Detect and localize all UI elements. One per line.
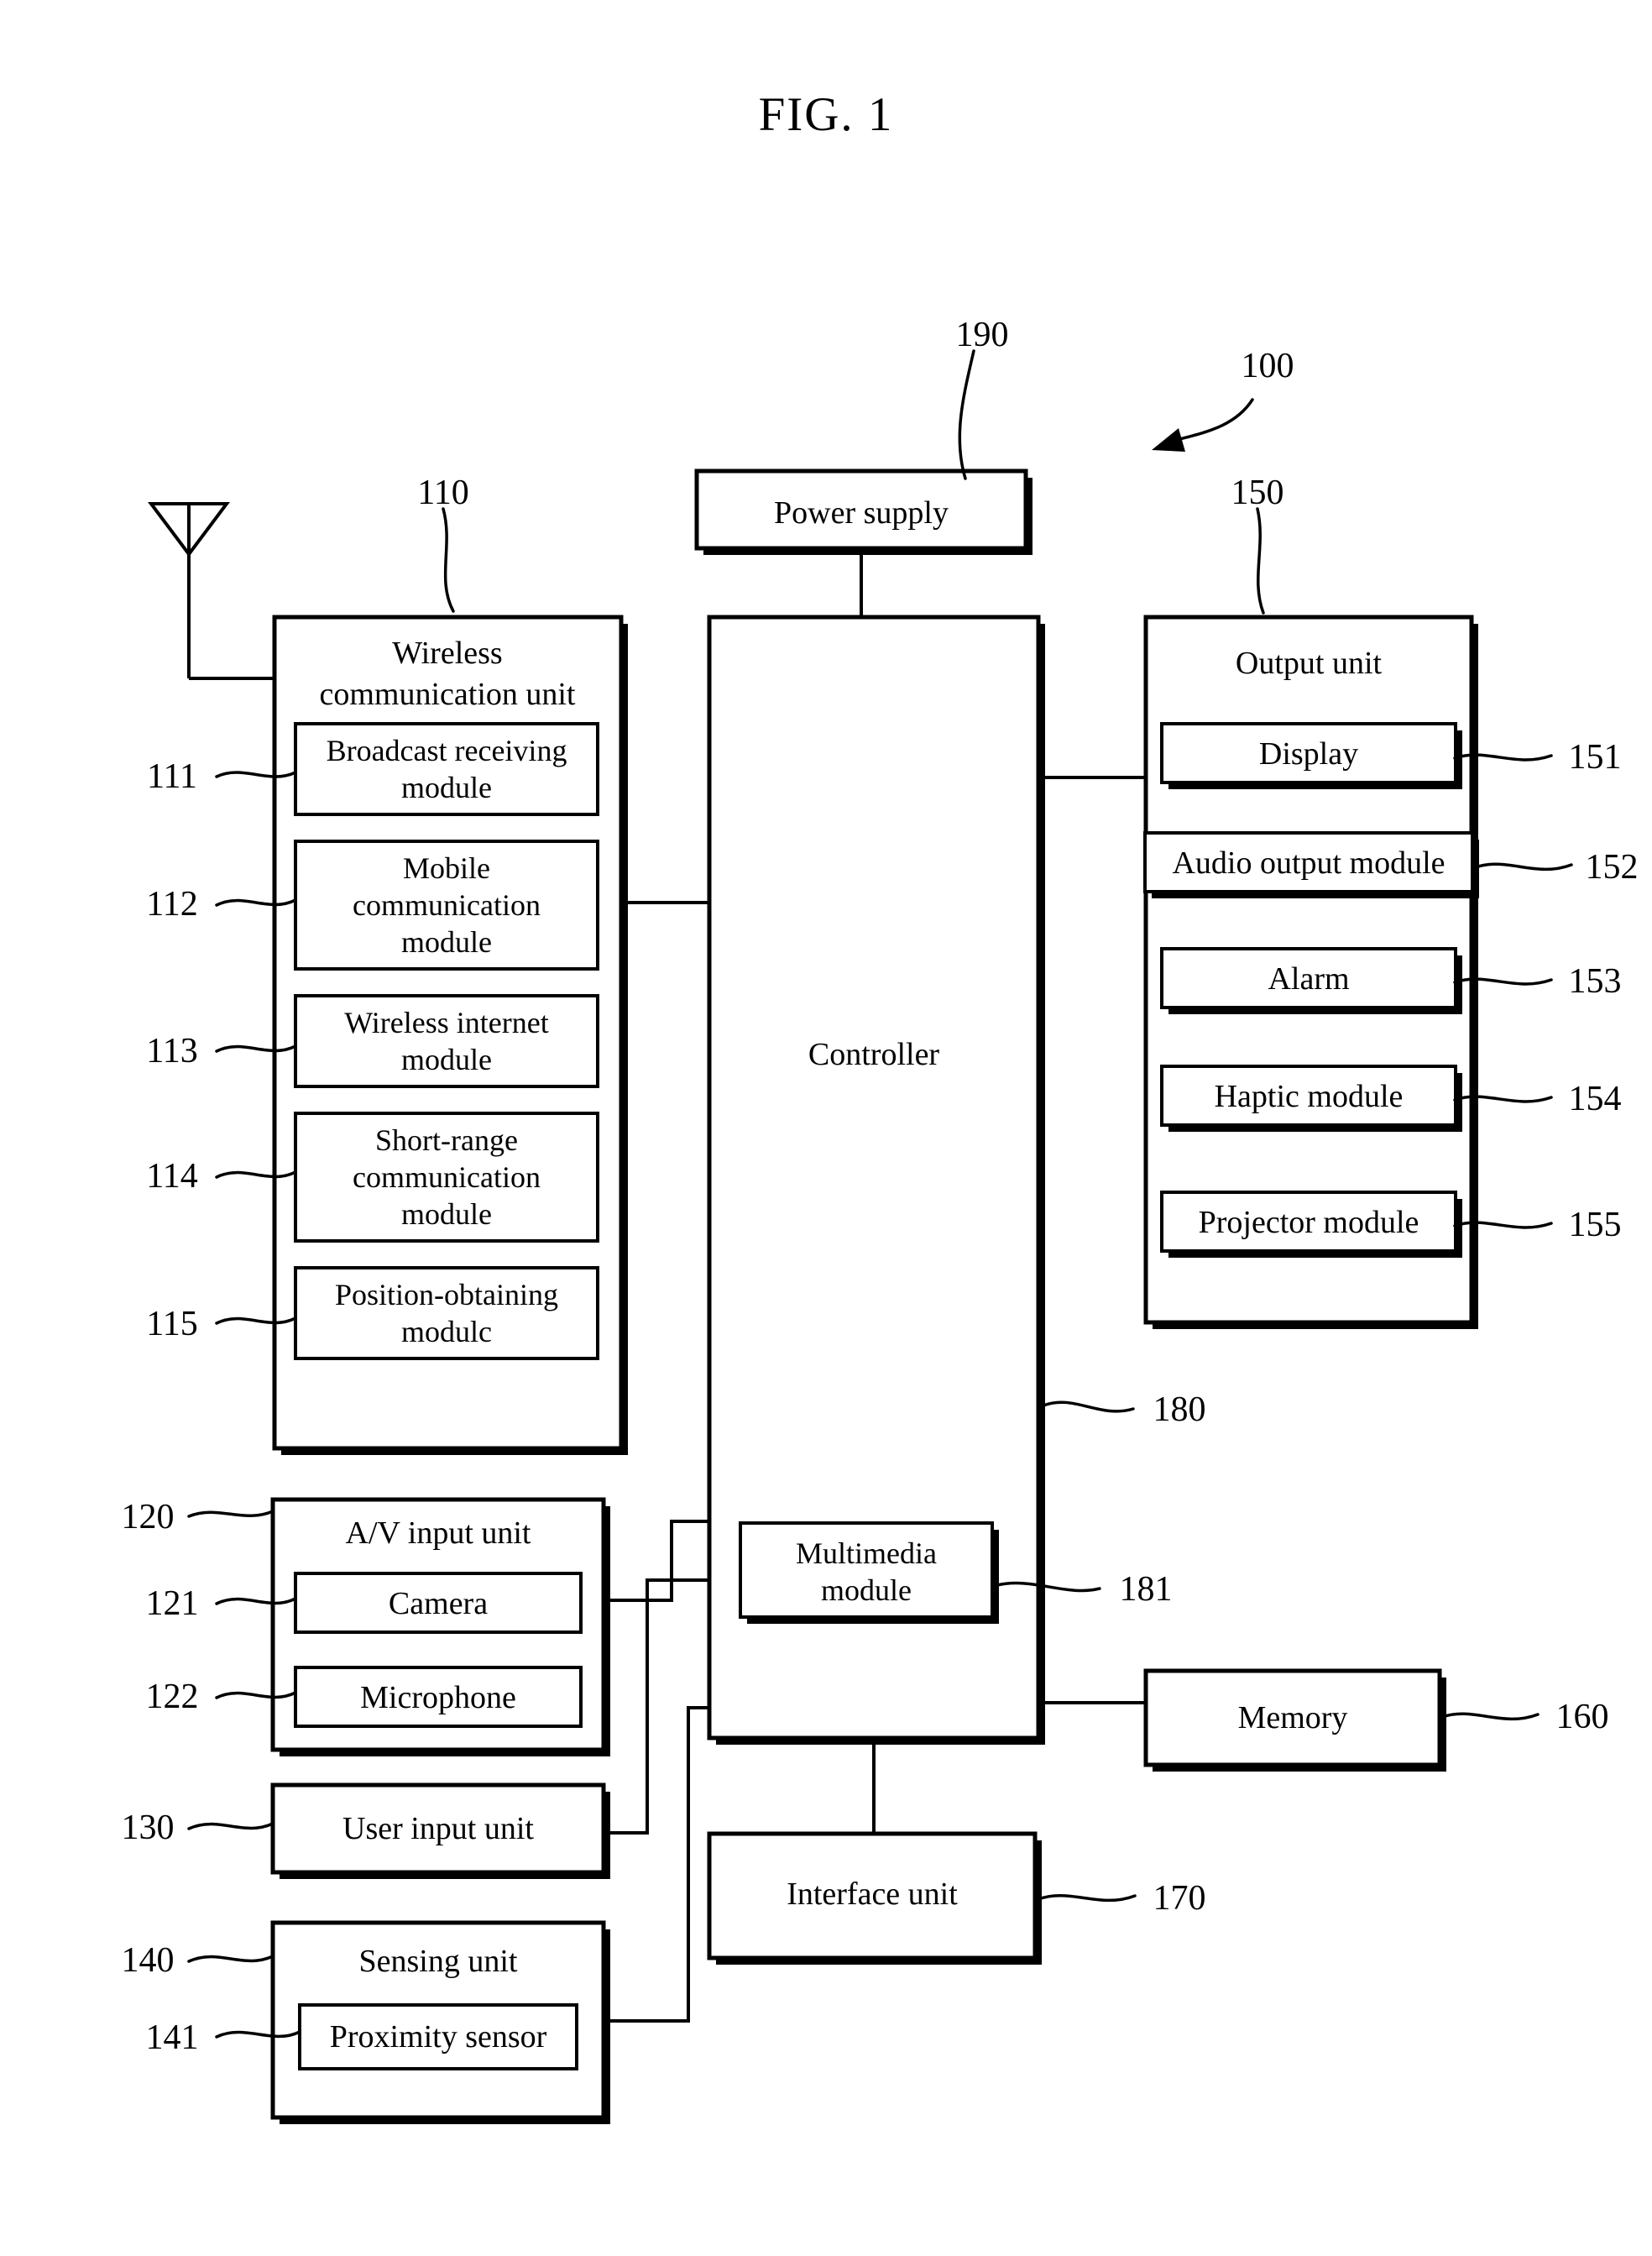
leader-170	[1037, 1893, 1137, 1903]
projector-module-block[interactable]: Projector module	[1160, 1191, 1462, 1258]
proximity-sensor-label: Proximity sensor	[330, 2019, 547, 2054]
leader-120	[187, 1510, 274, 1518]
leader-110	[442, 507, 455, 613]
leader-152	[1474, 862, 1573, 872]
ref-111: 111	[147, 757, 197, 796]
leader-190	[958, 349, 975, 480]
mobile-communication-module-line1: Mobile	[403, 851, 490, 885]
position-obtaining-module-line1: Position-obtaining	[335, 1278, 558, 1311]
broadcast-receiving-module-block[interactable]: Broadcast receiving module	[294, 722, 599, 816]
ref-150: 150	[1231, 474, 1284, 512]
ref-122: 122	[146, 1678, 199, 1716]
controller-label: Controller	[808, 1037, 940, 1072]
microphone-block[interactable]: Microphone	[294, 1666, 583, 1728]
haptic-module-block[interactable]: Haptic module	[1160, 1065, 1462, 1132]
wire-av-to-controller	[604, 1520, 709, 1602]
av-input-unit-title: A/V input unit	[346, 1515, 531, 1551]
ref-155: 155	[1569, 1206, 1622, 1244]
interface-unit-block[interactable]: Interface unit	[707, 1831, 1042, 1965]
mobile-communication-module-block[interactable]: Mobile communication module	[294, 840, 599, 971]
ref-160: 160	[1556, 1698, 1609, 1736]
short-range-module-line3: module	[401, 1197, 492, 1231]
position-obtaining-module-block[interactable]: Position-obtaining modulc	[294, 1266, 599, 1360]
antenna-icon	[148, 502, 274, 680]
proximity-sensor-block[interactable]: Proximity sensor	[298, 2003, 578, 2070]
audio-output-module-label: Audio output module	[1172, 845, 1445, 881]
ref-113: 113	[146, 1032, 197, 1070]
memory-block[interactable]: Memory	[1143, 1668, 1446, 1772]
ref-141: 141	[146, 2018, 199, 2057]
alarm-block[interactable]: Alarm	[1160, 947, 1462, 1014]
wireless-internet-module-line2: module	[401, 1043, 492, 1076]
wireless-internet-module-line1: Wireless internet	[344, 1006, 548, 1039]
short-range-module-line1: Short-range	[375, 1123, 518, 1157]
sensing-unit-title: Sensing unit	[359, 1944, 518, 1979]
ref-115: 115	[146, 1305, 197, 1343]
user-input-unit-block[interactable]: User input unit	[270, 1782, 610, 1879]
mobile-communication-module-line2: communication	[353, 888, 541, 922]
leader-140	[187, 1955, 274, 1963]
wireless-internet-module-block[interactable]: Wireless internet module	[294, 994, 599, 1088]
output-unit-title: Output unit	[1236, 646, 1383, 681]
ref-114: 114	[146, 1157, 197, 1196]
ref-153: 153	[1569, 962, 1622, 1001]
multimedia-module-block[interactable]: Multimedia module	[739, 1521, 999, 1624]
patent-block-diagram: FIG. 1 Power supply 190 100 Controller 1…	[122, 88, 1639, 2124]
memory-label: Memory	[1238, 1700, 1348, 1735]
display-block[interactable]: Display	[1160, 722, 1462, 789]
multimedia-module-label-line1: Multimedia	[796, 1536, 937, 1570]
leader-130	[187, 1822, 274, 1830]
wireless-unit-title-line2: communication unit	[319, 677, 575, 712]
leader-150	[1256, 507, 1265, 615]
broadcast-receiving-module-line1: Broadcast receiving	[327, 734, 567, 767]
multimedia-module-label-line2: module	[821, 1573, 912, 1607]
device-arrow-icon	[1152, 398, 1254, 452]
mobile-communication-module-line3: module	[401, 925, 492, 959]
ref-112: 112	[146, 885, 197, 924]
figure-title: FIG. 1	[759, 88, 894, 141]
camera-block[interactable]: Camera	[294, 1572, 583, 1634]
alarm-label: Alarm	[1268, 961, 1349, 997]
ref-100: 100	[1242, 347, 1294, 385]
display-label: Display	[1259, 736, 1358, 772]
audio-output-module-block[interactable]: Audio output module	[1143, 831, 1479, 898]
ref-152: 152	[1586, 848, 1639, 887]
haptic-module-label: Haptic module	[1215, 1079, 1404, 1114]
ref-120: 120	[122, 1498, 175, 1536]
ref-130: 130	[122, 1808, 175, 1847]
ref-170: 170	[1153, 1879, 1206, 1918]
power-supply-label: Power supply	[774, 495, 949, 531]
ref-151: 151	[1569, 738, 1622, 777]
position-obtaining-module-line2: modulc	[401, 1315, 492, 1348]
projector-module-label: Projector module	[1199, 1205, 1419, 1240]
figure-root: FIG. 1 Power supply 190 100 Controller 1…	[0, 0, 1652, 2256]
ref-140: 140	[122, 1941, 175, 1980]
ref-190: 190	[956, 316, 1009, 354]
ref-180: 180	[1153, 1390, 1206, 1429]
microphone-label: Microphone	[360, 1680, 516, 1715]
wireless-unit-title-line1: Wireless	[392, 636, 502, 671]
ref-181: 181	[1120, 1570, 1173, 1609]
ref-121: 121	[146, 1584, 199, 1623]
camera-label: Camera	[389, 1586, 488, 1621]
leader-180	[1042, 1400, 1135, 1413]
short-range-module-line2: communication	[353, 1160, 541, 1194]
user-input-unit-label: User input unit	[342, 1811, 534, 1846]
short-range-communication-module-block[interactable]: Short-range communication module	[294, 1112, 599, 1243]
power-supply-block[interactable]: Power supply	[694, 468, 1032, 555]
wire-sensing-to-controller	[604, 1706, 709, 2023]
leader-160	[1440, 1712, 1540, 1721]
interface-unit-label: Interface unit	[787, 1877, 958, 1912]
ref-110: 110	[417, 474, 468, 512]
broadcast-receiving-module-line2: module	[401, 771, 492, 804]
ref-154: 154	[1569, 1080, 1622, 1118]
